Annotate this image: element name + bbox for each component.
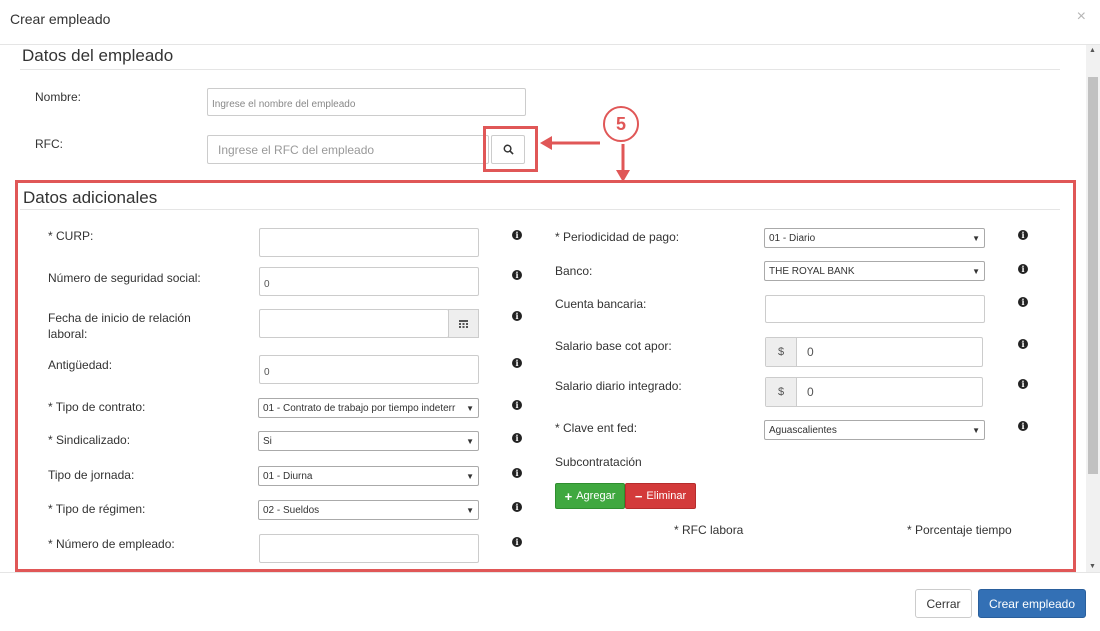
section-title-datos-empleado: Datos del empleado <box>22 46 174 65</box>
annotation-highlight-datos-adicionales <box>15 180 1076 572</box>
rfc-label: RFC: <box>35 137 63 151</box>
nombre-label: Nombre: <box>35 90 82 104</box>
annotation-arrows <box>540 136 630 182</box>
annotation-highlight-search <box>483 126 538 172</box>
scroll-up-icon[interactable]: ▲ <box>1089 47 1096 54</box>
crear-empleado-button[interactable]: Crear empleado <box>978 589 1086 618</box>
dialog-header: Crear empleado × <box>0 0 1100 45</box>
rfc-input[interactable]: Ingrese el RFC del empleado <box>207 135 489 164</box>
dialog-footer: Cerrar Crear empleado <box>0 572 1100 631</box>
divider <box>20 69 1060 70</box>
scrollbar-thumb[interactable] <box>1088 77 1098 474</box>
dialog-title: Crear empleado <box>10 11 111 27</box>
scroll-down-icon[interactable]: ▼ <box>1089 563 1096 570</box>
close-icon[interactable]: × <box>1077 8 1086 26</box>
vertical-scrollbar[interactable]: ▲ ▼ <box>1086 45 1100 572</box>
cerrar-button[interactable]: Cerrar <box>915 589 972 618</box>
nombre-input[interactable]: Ingrese el nombre del empleado <box>207 88 526 116</box>
